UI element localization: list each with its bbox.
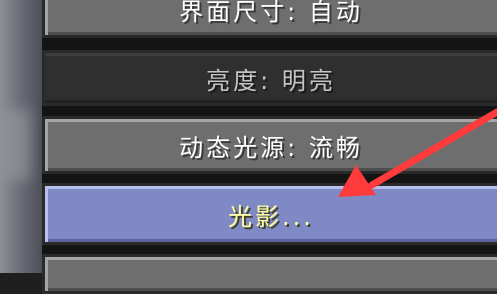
red-arrow-annotation-icon	[338, 108, 497, 197]
